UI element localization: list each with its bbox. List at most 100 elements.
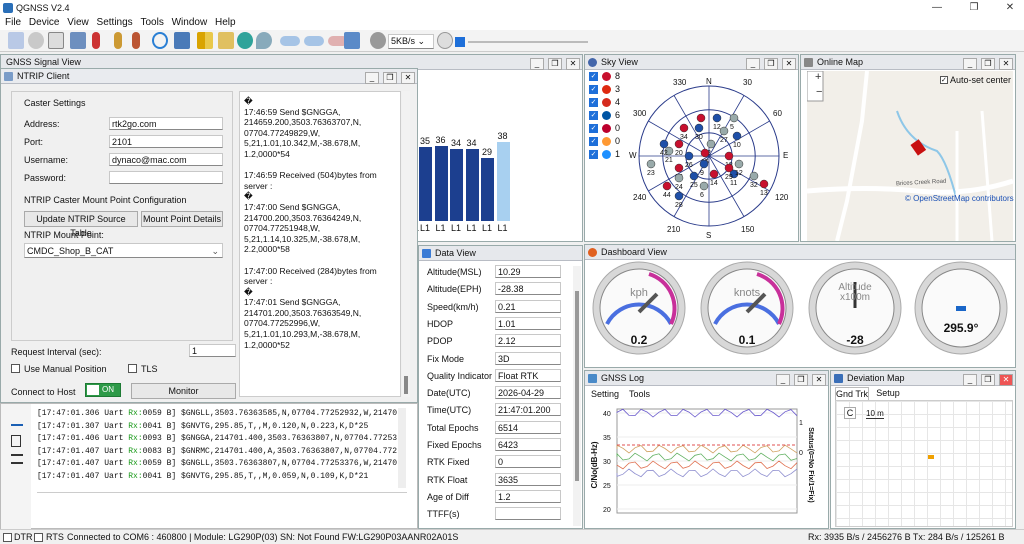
constellation-checkbox[interactable]: ✓ (589, 111, 598, 120)
constellation-checkbox[interactable]: ✓ (589, 137, 598, 146)
cloud-2-icon[interactable] (304, 36, 324, 46)
username-field[interactable]: dynaco@mac.com (109, 153, 223, 166)
sky-restore-icon[interactable]: ❐ (764, 58, 778, 70)
file-icon[interactable] (11, 435, 21, 447)
progress-handle[interactable] (455, 37, 465, 47)
constellation-checkbox[interactable]: ✓ (589, 124, 598, 133)
minimize-icon[interactable]: — (930, 2, 944, 14)
progress-track[interactable] (468, 41, 588, 43)
tls-checkbox[interactable] (128, 364, 137, 373)
save-icon[interactable] (174, 32, 190, 49)
menu-view[interactable]: View (67, 16, 89, 30)
ntrip-minimize-icon[interactable]: _ (365, 72, 379, 84)
mount-point-select[interactable]: CMDC_Shop_B_CAT ⌄ (24, 243, 223, 258)
console-scrollbar[interactable] (398, 408, 406, 488)
gnss-log-header: GNSS Log _ ❐ ✕ (585, 371, 828, 386)
gauges: kph0.2knots0.1Altitudex100m-28295.9° (592, 261, 1008, 355)
thermometer-3-icon[interactable] (132, 32, 140, 49)
zoom-out-icon[interactable]: − (816, 86, 822, 98)
data-key: Time(UTC) (427, 405, 472, 416)
signal-icon[interactable] (70, 32, 86, 49)
menu-file[interactable]: File (5, 16, 21, 30)
map-restore-icon[interactable]: ❐ (981, 58, 995, 70)
console-panel: [17:47:01.306 Uart Rx:0059 B] $GNGLL,350… (0, 403, 418, 530)
menu-help[interactable]: Help (215, 16, 236, 30)
rate-select[interactable]: 5KB/s ⌄ (388, 34, 434, 49)
panel-minimize-icon[interactable]: _ (530, 58, 544, 70)
map-minimize-icon[interactable]: _ (963, 58, 977, 70)
dev-close-icon[interactable]: ✕ (999, 374, 1013, 386)
console-text: 0059 B] $GNGLL,3503.76363807,N,07704.772… (142, 459, 397, 469)
address-field[interactable]: rtk2go.com (109, 117, 223, 130)
panel-restore-icon[interactable]: ❐ (548, 58, 562, 70)
map-pin-icon[interactable] (256, 32, 272, 49)
download-icon[interactable] (11, 414, 23, 426)
tab-setup[interactable]: Setup (871, 387, 905, 400)
chart-icon[interactable] (218, 32, 234, 49)
satellite-marker (759, 179, 769, 189)
map-close-icon[interactable]: ✕ (999, 58, 1013, 70)
auto-set-center-checkbox[interactable]: ✓ (940, 76, 948, 84)
dev-minimize-icon[interactable]: _ (963, 374, 977, 386)
restore-icon[interactable]: ❐ (967, 2, 981, 14)
map-credit[interactable]: © OpenStreetMap contributors (905, 194, 1014, 203)
log-scrollbar[interactable] (402, 91, 410, 397)
rts-checkbox[interactable] (34, 533, 43, 542)
connect-toggle[interactable]: ON (85, 383, 121, 397)
signal-bars: 35L136L134L134L129L138L1L1 (409, 123, 529, 241)
log-menu-setting[interactable]: Setting (591, 389, 619, 399)
tab-gnd-trk[interactable]: Gnd Trk (835, 387, 869, 400)
ntrip-restore-icon[interactable]: ❐ (383, 72, 397, 84)
constellation-checkbox[interactable]: ✓ (589, 72, 598, 81)
stop-icon[interactable] (370, 32, 386, 49)
refresh-icon[interactable] (152, 32, 168, 49)
port-field[interactable]: 2101 (109, 135, 223, 148)
device-icon[interactable] (48, 32, 64, 49)
menu-tools[interactable]: Tools (140, 16, 163, 30)
settings-icon[interactable] (28, 32, 44, 49)
sky-close-icon[interactable]: ✕ (782, 58, 796, 70)
signal-bar-label: L1 (435, 223, 446, 233)
menu-settings[interactable]: Settings (97, 16, 133, 30)
interval-field[interactable]: 1 (189, 344, 236, 357)
gnss-log-panel: GNSS Log _ ❐ ✕ Setting Tools C/No(dB-Hz) St… (584, 370, 829, 529)
constellation-checkbox[interactable]: ✓ (589, 98, 598, 107)
menu-device[interactable]: Device (29, 16, 60, 30)
center-button[interactable]: C (844, 407, 856, 419)
log-restore-icon[interactable]: ❐ (794, 374, 808, 386)
dashboard-header: Dashboard View (585, 245, 1015, 260)
mount-point-details-button[interactable]: Mount Point Details (141, 211, 223, 227)
bars-icon[interactable] (197, 32, 213, 49)
menu-window[interactable]: Window (172, 16, 208, 30)
sky-minimize-icon[interactable]: _ (746, 58, 760, 70)
log-menu-tools[interactable]: Tools (629, 389, 650, 399)
zoom-in-icon[interactable]: + (815, 71, 821, 83)
rts-label: RTS (46, 532, 64, 542)
panel-close-icon[interactable]: ✕ (566, 58, 580, 70)
monitor-button[interactable]: Monitor (131, 383, 236, 399)
password-field[interactable] (109, 171, 223, 184)
connect-icon[interactable] (8, 32, 24, 49)
globe-icon[interactable] (237, 32, 253, 49)
log-line: 214659.200,3503.76363707,N, (244, 117, 362, 128)
constellation-checkbox[interactable]: ✓ (589, 150, 598, 159)
list-icon[interactable] (11, 454, 23, 464)
dtr-checkbox[interactable] (3, 533, 12, 542)
dev-restore-icon[interactable]: ❐ (981, 374, 995, 386)
manual-position-checkbox[interactable] (11, 364, 20, 373)
update-source-table-button[interactable]: Update NTRIP Source Table (24, 211, 138, 238)
thermometer-icon[interactable] (92, 32, 100, 49)
constellation-checkbox[interactable]: ✓ (589, 85, 598, 94)
ntrip-close-icon[interactable]: ✕ (401, 72, 415, 84)
log-close-icon[interactable]: ✕ (812, 374, 826, 386)
terminal-icon[interactable] (344, 32, 360, 49)
close-icon[interactable]: ✕ (1003, 2, 1017, 14)
map-canvas[interactable] (807, 71, 1013, 241)
cloud-icon[interactable] (280, 36, 300, 46)
log-minimize-icon[interactable]: _ (776, 374, 790, 386)
data-view-scrollbar[interactable] (573, 266, 581, 526)
data-view-scroll-thumb[interactable] (575, 291, 579, 481)
thermometer-2-icon[interactable] (114, 32, 122, 49)
play-icon[interactable] (437, 32, 453, 49)
log-scroll-thumb[interactable] (404, 376, 408, 394)
